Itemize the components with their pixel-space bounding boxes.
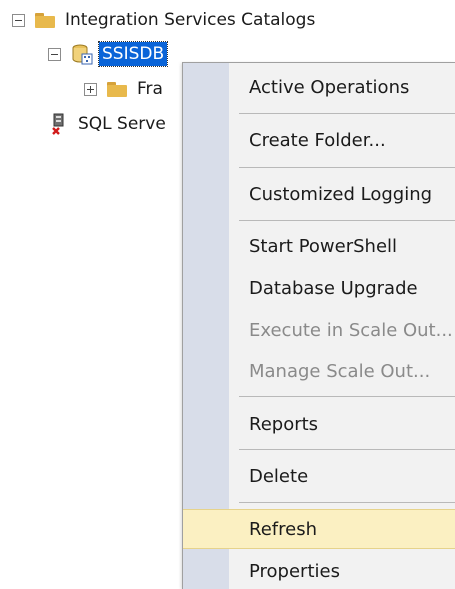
tree-node-label-selected: SSISDB	[97, 41, 169, 67]
menu-separator	[239, 396, 455, 397]
menu-item-manage-scale-out: Manage Scale Out...	[249, 360, 431, 382]
menu-item-reports[interactable]: Reports	[183, 404, 455, 444]
menu-separator	[239, 167, 455, 168]
menu-separator	[239, 502, 455, 503]
menu-separator	[239, 449, 455, 450]
folder-icon	[35, 12, 55, 28]
tree-node-label: Integration Services Catalogs	[65, 10, 316, 30]
collapse-icon[interactable]	[12, 13, 25, 27]
menu-item-start-powershell[interactable]: Start PowerShell	[183, 226, 455, 266]
menu-item-active-operations[interactable]: Active Operations	[183, 67, 455, 107]
menu-separator	[239, 220, 455, 221]
expand-icon[interactable]	[84, 82, 97, 96]
menu-item-delete[interactable]: Delete	[183, 456, 455, 496]
menu-item-execute-in-scale-out: Execute in Scale Out...	[249, 319, 453, 341]
collapse-icon[interactable]	[48, 47, 61, 61]
tree-node-integration-services-catalogs[interactable]: Integration Services Catalogs	[12, 6, 315, 34]
menu-item-database-upgrade[interactable]: Database Upgrade	[183, 268, 455, 308]
menu-item-properties[interactable]: Properties	[183, 551, 455, 589]
menu-item-create-folder[interactable]: Create Folder...	[183, 120, 455, 160]
tree-node-label: SQL Serve	[78, 114, 166, 134]
folder-icon	[107, 81, 127, 97]
tree-node-sql-server[interactable]: SQL Serve	[50, 110, 166, 138]
menu-separator	[239, 113, 455, 114]
tree-node-label: Fra	[137, 79, 163, 99]
tree-node-folder[interactable]: Fra	[84, 75, 163, 103]
context-menu: Active Operations Create Folder... Custo…	[182, 62, 455, 589]
menu-item-customized-logging[interactable]: Customized Logging	[183, 174, 455, 214]
database-icon	[72, 44, 93, 65]
tree-node-ssisdb[interactable]: SSISDB	[48, 40, 169, 68]
sql-server-agent-stopped-icon	[52, 113, 64, 135]
menu-item-refresh[interactable]: Refresh	[183, 509, 455, 549]
